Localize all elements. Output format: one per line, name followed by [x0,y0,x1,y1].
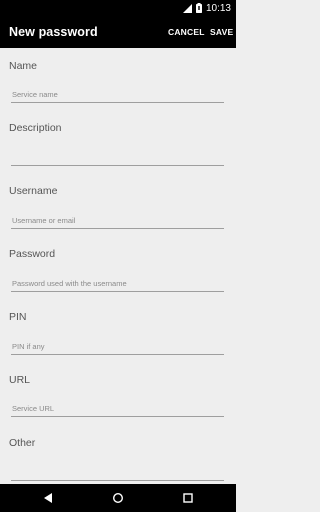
description-label: Description [9,122,62,134]
pin-input[interactable] [11,341,224,355]
app-bar: New password CANCEL SAVE [0,16,236,48]
password-form: Name Description Username Password PIN U… [0,48,236,484]
save-button[interactable]: SAVE [210,27,233,37]
password-label: Password [9,248,56,260]
home-icon[interactable] [111,491,125,505]
other-input[interactable] [11,467,224,481]
status-bar: 10:13 [0,0,236,16]
cancel-button[interactable]: CANCEL [168,27,205,37]
description-input[interactable] [11,152,224,166]
pin-label: PIN [9,311,27,323]
back-icon[interactable] [41,491,55,505]
username-input[interactable] [11,215,224,229]
signal-icon [182,3,192,13]
name-input[interactable] [11,89,224,103]
page-title: New password [9,25,98,39]
other-label: Other [9,437,36,449]
status-time: 10:13 [205,2,231,14]
name-label: Name [9,60,38,72]
recents-icon[interactable] [181,491,195,505]
password-input[interactable] [11,278,224,292]
navigation-bar [0,484,236,512]
url-input[interactable] [11,403,224,417]
battery-icon [195,3,202,13]
url-label: URL [9,374,31,386]
username-label: Username [9,185,58,197]
